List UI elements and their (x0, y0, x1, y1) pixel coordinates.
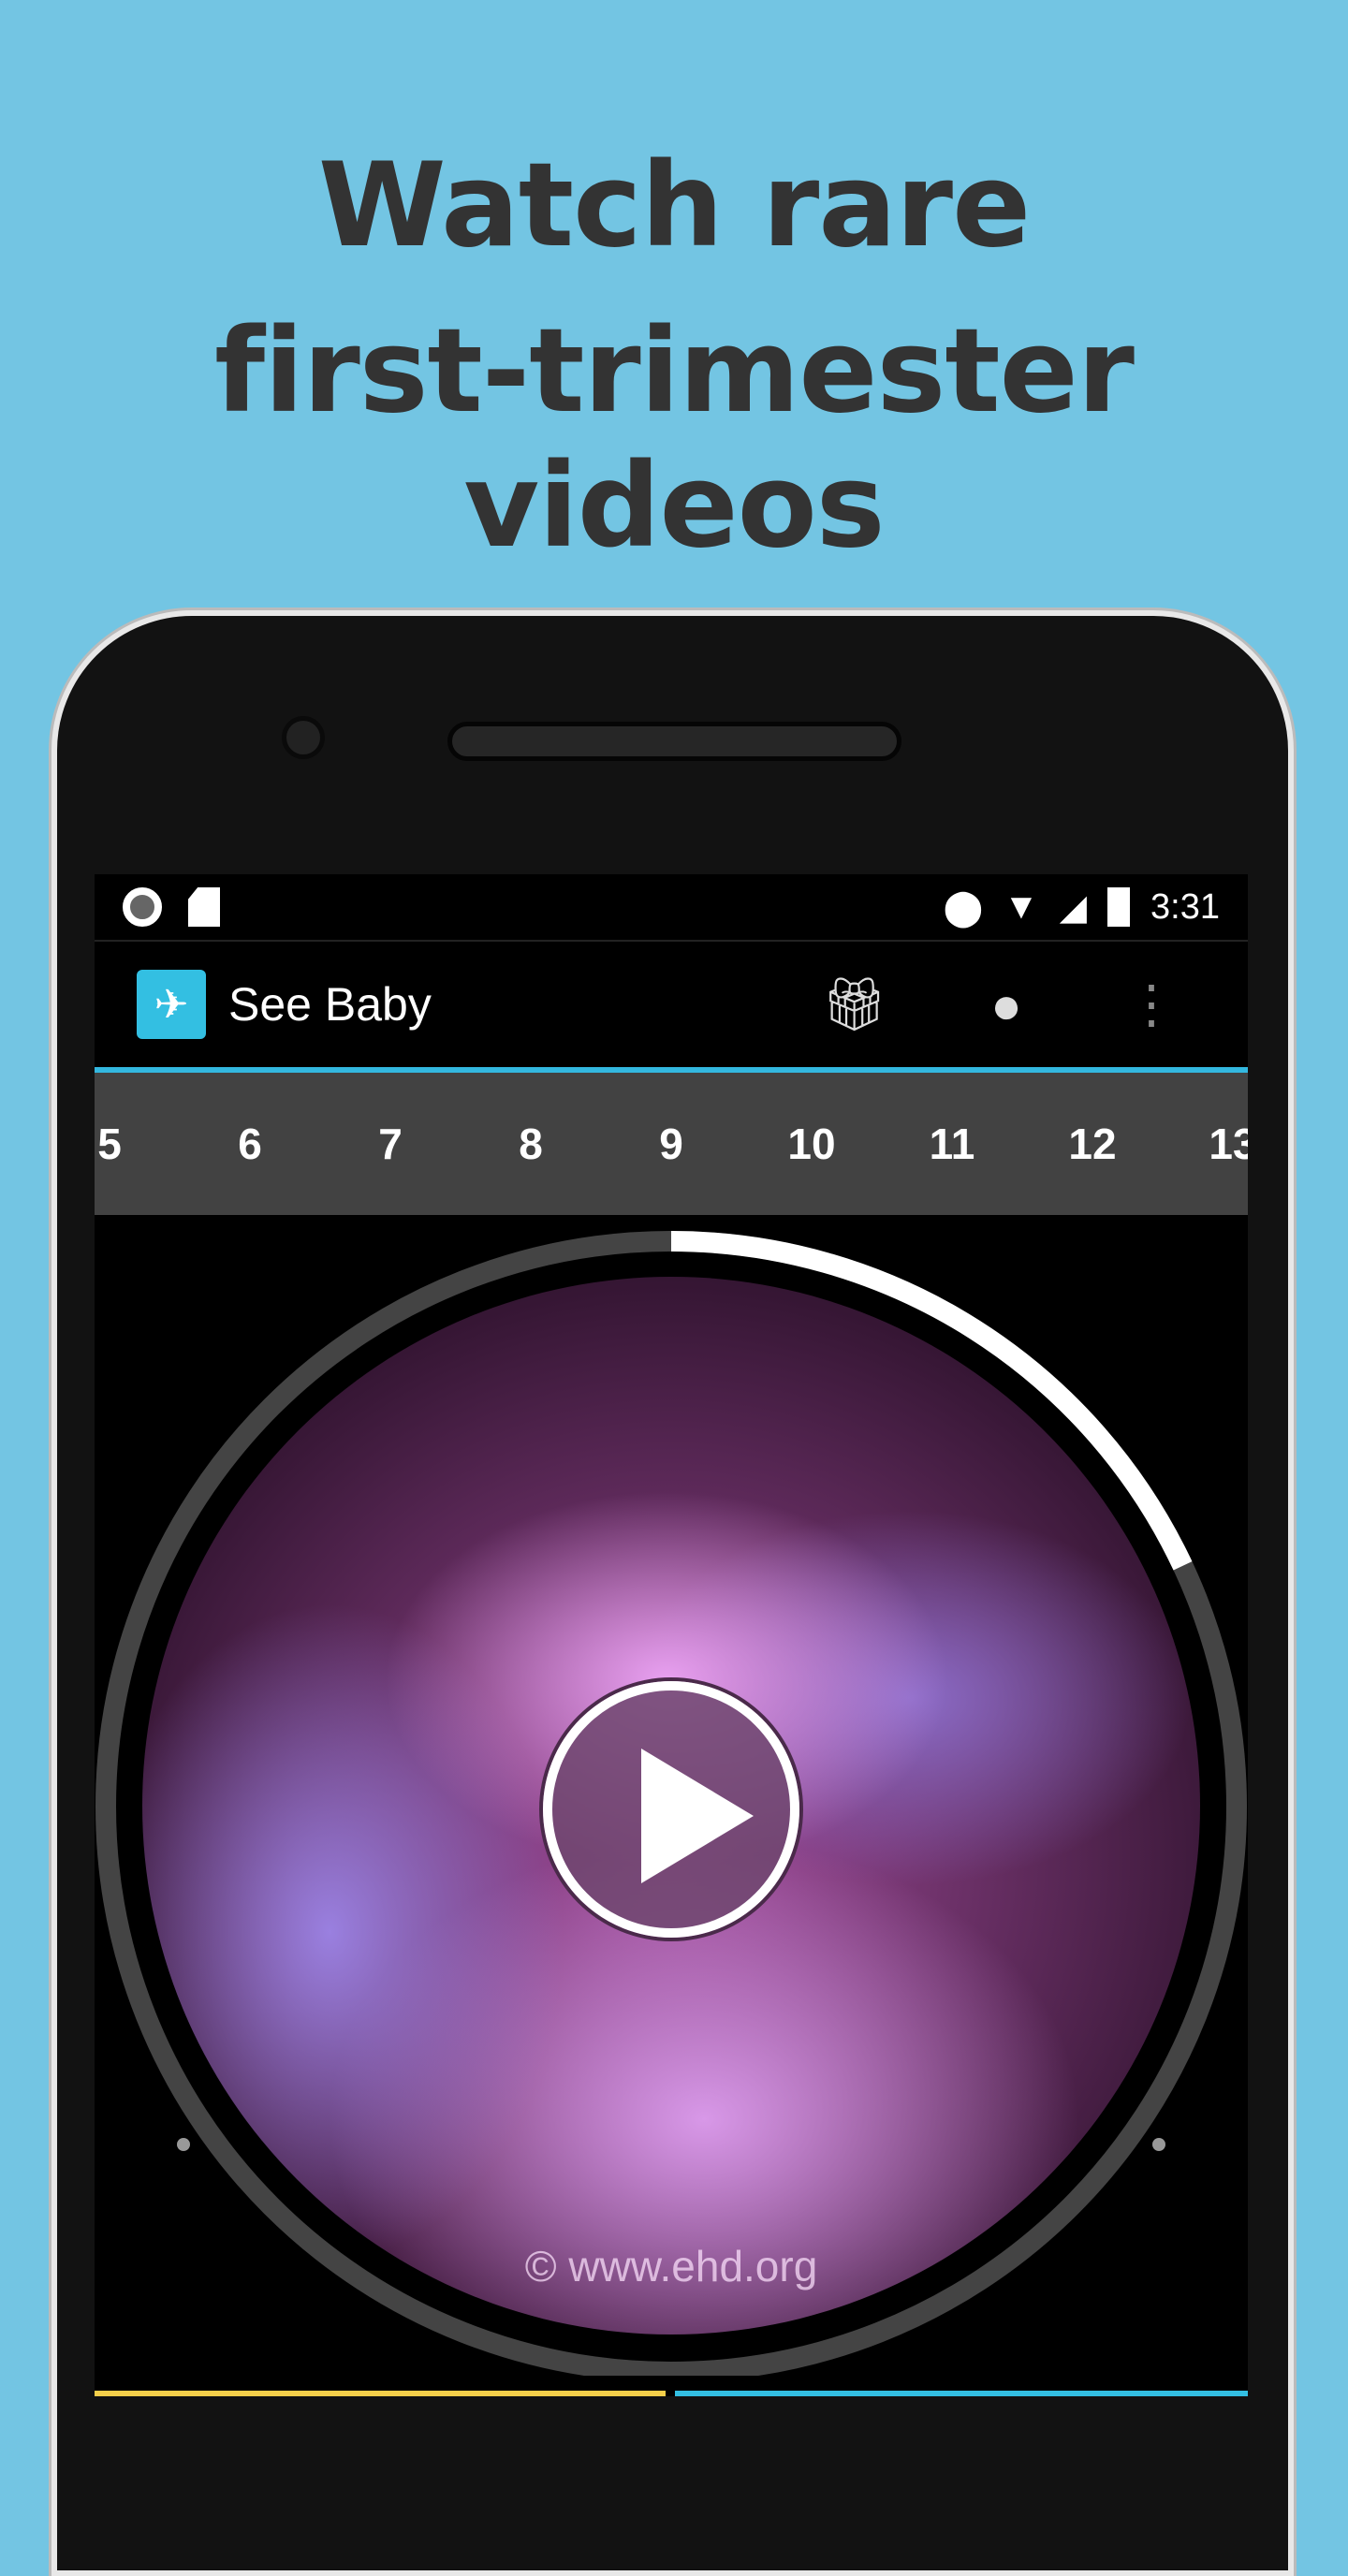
progress-arc (670, 1231, 1193, 1571)
headline-line-2: first-trimester videos (214, 304, 1135, 574)
week-label: 12 (1068, 1120, 1117, 1168)
app-title: See Baby (228, 978, 432, 1031)
battery-charging-icon (1107, 887, 1131, 927)
ring-dot-left (177, 2138, 190, 2151)
week-item-6[interactable]: 6 (184, 1073, 315, 1215)
record-icon (123, 887, 162, 927)
camera-icon (282, 716, 325, 759)
week-label: 13 (1209, 1120, 1248, 1168)
app-bar: ✈ See Baby 🎁︎ ● ⋮ (95, 942, 1248, 1073)
location-icon: ⬤ (943, 887, 984, 928)
week-label: 6 (238, 1120, 262, 1168)
week-item-12[interactable]: 12 (1027, 1073, 1158, 1215)
ring-dot-right (1152, 2138, 1165, 2151)
phone-screen: ⬤ ▼ ◢ 3:31 ✈ See Baby 🎁︎ ● ⋮ 5 6 7 8 9 10 11 12… (95, 874, 1248, 2396)
play-button[interactable] (543, 1681, 799, 1938)
sd-card-icon (188, 887, 220, 927)
week-item-10[interactable]: 10 (746, 1073, 877, 1215)
week-label: 8 (519, 1120, 543, 1168)
week-item-7[interactable]: 7 (325, 1073, 456, 1215)
week-item-11[interactable]: 11 (886, 1073, 1018, 1215)
gift-icon[interactable]: 🎁︎ (821, 973, 887, 1035)
clock: 3:31 (1150, 886, 1220, 927)
signal-icon: ◢ (1059, 887, 1088, 928)
speaker-grille (447, 722, 901, 761)
video-player: © www.ehd.org (95, 1215, 1248, 2376)
week-item-5[interactable]: 5 (95, 1073, 175, 1215)
wifi-icon: ▼ (1004, 886, 1039, 927)
week-label: 5 (97, 1120, 122, 1168)
week-item-13[interactable]: 13 (1167, 1073, 1248, 1215)
app-logo-stork-icon: ✈ (137, 970, 206, 1039)
week-label: 9 (659, 1120, 683, 1168)
bottom-button-left[interactable] (95, 2391, 666, 2396)
bottom-button-right[interactable] (675, 2391, 1248, 2396)
status-bar: ⬤ ▼ ◢ 3:31 (95, 874, 1248, 942)
week-label: 10 (787, 1120, 836, 1168)
profile-icon[interactable]: ● (990, 974, 1022, 1035)
week-label: 11 (929, 1120, 975, 1168)
headline-line-1: Watch rare (317, 139, 1031, 273)
week-label: 7 (378, 1120, 403, 1168)
week-item-9[interactable]: 9 (606, 1073, 737, 1215)
week-selector[interactable]: 5 6 7 8 9 10 11 12 13 (95, 1073, 1248, 1215)
week-item-8[interactable]: 8 (465, 1073, 596, 1215)
more-vert-icon[interactable]: ⋮ (1125, 973, 1178, 1035)
